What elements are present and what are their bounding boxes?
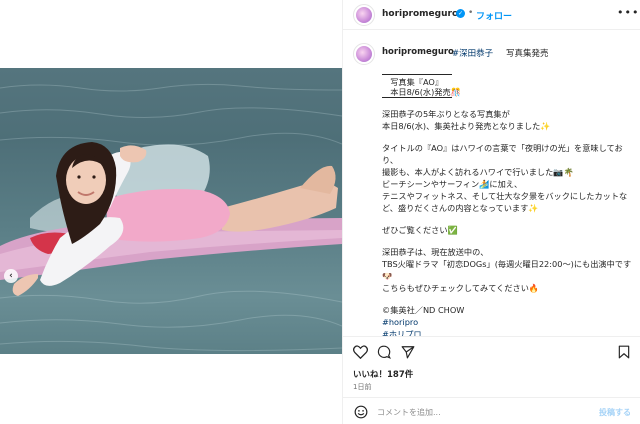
- comment-icon[interactable]: [377, 345, 391, 359]
- caption-avatar[interactable]: [353, 43, 375, 65]
- caption-hashtag-link[interactable]: #深田恭子: [452, 47, 493, 59]
- heart-icon[interactable]: [353, 345, 368, 359]
- post-comment-button[interactable]: 投稿する: [599, 407, 631, 418]
- caption-area: horipromeguro #深田恭子 写真集発売 写真集『AO』 本日8/6(…: [343, 31, 640, 336]
- previous-image-button[interactable]: ‹: [4, 269, 18, 283]
- caption-line: テニスやフィットネス、そして壮大な夕景をバックにしたカットなど、盛りだくさんの内…: [382, 191, 628, 213]
- caption-line: 本日8/6(水)発売🎊: [382, 87, 461, 98]
- share-icon[interactable]: [401, 345, 415, 359]
- caption-line: 撮影も、本人がよく訪れるハワイで行いました📷🌴: [382, 167, 574, 177]
- surfing-photo: [0, 83, 342, 352]
- like-count[interactable]: いいね！187件: [353, 368, 413, 380]
- separator-dot: •: [468, 8, 474, 18]
- header-username[interactable]: horipromeguro: [382, 9, 458, 19]
- bookmark-icon[interactable]: [618, 345, 630, 359]
- post-photo[interactable]: ‹: [0, 68, 342, 354]
- hashtag-link[interactable]: #horipro: [382, 316, 636, 328]
- follow-button[interactable]: フォロー: [476, 9, 512, 22]
- profile-logo-icon: [356, 7, 372, 23]
- post-date[interactable]: 1日前: [353, 382, 371, 392]
- avatar[interactable]: [353, 4, 375, 26]
- post-header: horipromeguro ✓ • フォロー •••: [343, 0, 640, 30]
- caption-line: 写真集『AO』: [382, 74, 452, 87]
- caption-line: TBS火曜ドラマ「初恋DOGs」(毎週火曜日22:00〜)にも出演中です🐶: [382, 259, 632, 281]
- action-bar: いいね！187件 1日前 コメントを追加... 投稿する: [343, 336, 640, 424]
- emoji-icon[interactable]: [354, 405, 368, 419]
- caption-username[interactable]: horipromeguro: [382, 47, 454, 57]
- profile-logo-icon: [356, 46, 372, 62]
- caption-line: ぜひご覧ください✅: [382, 225, 458, 235]
- caption-line: 深田恭子の5年ぶりとなる写真集が: [382, 109, 510, 119]
- caption-body: 写真集『AO』 本日8/6(水)発売🎊 深田恭子の5年ぶりとなる写真集が 本日8…: [382, 74, 636, 336]
- caption-line: 深田恭子は、現在放送中の、: [382, 247, 489, 257]
- comment-input[interactable]: コメントを追加...: [377, 407, 441, 418]
- caption-line: 本日8/6(水)、集英社より発売となりました✨: [382, 121, 551, 131]
- caption-line: ©集英社／ND CHOW: [382, 305, 465, 315]
- verified-badge-icon: ✓: [456, 9, 465, 18]
- post-side-panel: horipromeguro ✓ • フォロー ••• horipromeguro…: [342, 0, 640, 424]
- more-options-icon[interactable]: •••: [617, 6, 639, 19]
- post-media[interactable]: ‹: [0, 0, 342, 424]
- caption-line: こちらもぜひチェックしてみてください🔥: [382, 283, 540, 293]
- caption-line: タイトルの『AO』はハワイの言葉で「夜明けの光」を意味しており、: [382, 143, 623, 165]
- caption-headline: 写真集発売: [506, 49, 549, 59]
- caption-line: ビーチシーンやサーフィン🏄に加え、: [382, 179, 523, 189]
- hashtag-link[interactable]: #ホリプロ: [382, 328, 636, 336]
- comment-row: コメントを追加... 投稿する: [343, 397, 640, 424]
